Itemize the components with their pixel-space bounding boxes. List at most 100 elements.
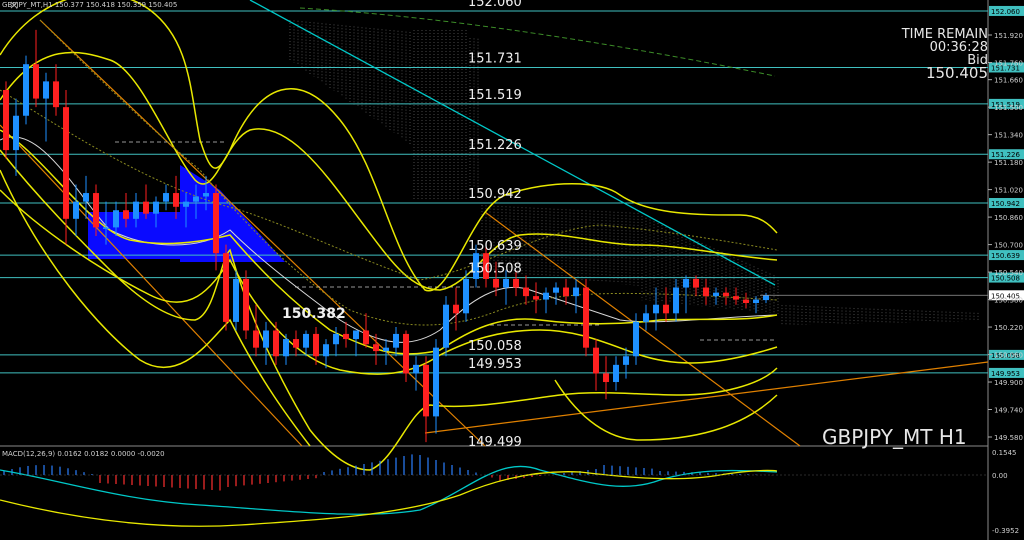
- candle-body: [113, 210, 119, 228]
- chart-header: GBPJPY_MT,H1 150.377 150.418 150.359 150…: [2, 1, 178, 9]
- level-label: 149.499: [468, 435, 522, 450]
- close-icon[interactable]: [10, 1, 18, 9]
- candle-body: [753, 299, 759, 303]
- candle-body: [403, 333, 409, 374]
- axis-tick-label: 151.180: [994, 159, 1023, 167]
- candle-body: [253, 330, 259, 348]
- candle-body: [163, 193, 169, 202]
- axis-tick-label: 151.920: [994, 32, 1023, 40]
- macd-axis-label: 0.00: [992, 472, 1008, 480]
- candle-body: [153, 201, 159, 214]
- candle-body: [123, 210, 129, 219]
- candle-body: [423, 364, 429, 417]
- candle-body: [23, 64, 29, 116]
- candle-body: [63, 107, 69, 219]
- axis-tick-label: 150.060: [994, 352, 1023, 360]
- candle-body: [713, 292, 719, 297]
- level-label: 150.942: [468, 187, 522, 202]
- candle-body: [453, 304, 459, 314]
- candle-body: [283, 339, 289, 357]
- candle-body: [583, 287, 589, 348]
- candle-body: [53, 81, 59, 108]
- olive-dotted-ma-2: [39, 19, 778, 326]
- level-badge-text: 152.060: [991, 8, 1020, 16]
- candle-body: [233, 278, 239, 322]
- candle-body: [433, 347, 439, 417]
- candle-body: [503, 278, 509, 288]
- level-label: 150.058: [468, 339, 522, 354]
- axis-tick-label: 150.860: [994, 214, 1023, 222]
- level-badge-text: 150.639: [991, 252, 1020, 260]
- symbol-label: GBPJPY_MT H1: [822, 425, 967, 449]
- candle-body: [203, 193, 209, 197]
- axis-tick-label: 149.740: [994, 407, 1023, 415]
- candle-body: [383, 347, 389, 352]
- level-label: 150.639: [468, 239, 522, 254]
- orange-channel-line: [484, 211, 801, 447]
- candle-body: [13, 115, 19, 151]
- candle-body: [173, 193, 179, 207]
- candle-body: [73, 201, 79, 219]
- time-remain-panel: TIME REMAIN 00:36:28 Bid 150.405: [902, 28, 988, 82]
- candle-body: [243, 278, 249, 331]
- axis-tick-label: 151.760: [994, 59, 1023, 67]
- candle-body: [353, 330, 359, 340]
- candle-body: [593, 347, 599, 374]
- candle-body: [663, 304, 669, 314]
- candle-body: [683, 278, 689, 288]
- candle-body: [513, 278, 519, 288]
- candle-body: [443, 304, 449, 348]
- candle-body: [393, 333, 399, 348]
- candle-body: [553, 287, 559, 293]
- macd-panel: [0, 454, 988, 527]
- candle-body: [523, 287, 529, 297]
- candle-body: [493, 278, 499, 288]
- candle-body: [533, 296, 539, 300]
- axis-tick-label: 150.220: [994, 324, 1023, 332]
- candle-body: [413, 364, 419, 374]
- axis-tick-label: 150.380: [994, 297, 1023, 305]
- moving-averages: [0, 19, 778, 355]
- macd-axis: 0.1545 0.00 -0.3952: [992, 449, 1019, 535]
- candle-body: [763, 295, 769, 301]
- candle-body: [303, 333, 309, 348]
- level-badge-text: 149.953: [991, 370, 1020, 378]
- candle-body: [343, 333, 349, 340]
- current-price-marker: 150.382: [282, 306, 346, 322]
- candle-body: [263, 330, 269, 348]
- price-chart[interactable]: 152.060 151.731 151.519 151.226 150.942 150.6…: [0, 0, 1024, 540]
- candle-body: [223, 253, 229, 322]
- candle-body: [653, 304, 659, 314]
- candle-body: [463, 278, 469, 314]
- candle-body: [643, 313, 649, 322]
- level-label: 151.731: [468, 51, 522, 66]
- level-label: 151.519: [468, 88, 522, 103]
- level-badge-text: 150.942: [991, 200, 1020, 208]
- macd-axis-label: 0.1545: [992, 449, 1017, 457]
- candle-body: [743, 299, 749, 303]
- candle-body: [733, 296, 739, 300]
- candle-body: [33, 64, 39, 99]
- candle-body: [273, 330, 279, 357]
- candle-body: [373, 344, 379, 352]
- level-label: 150.508: [468, 262, 522, 277]
- candle-body: [323, 344, 329, 357]
- candle-body: [363, 330, 369, 345]
- axis-tick-label: 149.580: [994, 434, 1023, 442]
- candle-body: [133, 201, 139, 219]
- candle-body: [193, 196, 199, 202]
- candle-body: [93, 193, 99, 228]
- axis-tick-label: 149.900: [994, 379, 1023, 387]
- candle-body: [3, 89, 9, 151]
- level-label: 152.060: [468, 0, 522, 10]
- candle-body: [623, 356, 629, 365]
- bid-value: 150.405: [925, 64, 988, 82]
- axis-tick-label: 151.020: [994, 187, 1023, 195]
- ichimoku-cloud: [289, 20, 979, 325]
- candle-body: [603, 373, 609, 383]
- candle-body: [703, 287, 709, 297]
- candle-body: [313, 333, 319, 357]
- macd-axis-label: -0.3952: [992, 527, 1019, 535]
- level-label: 149.953: [468, 357, 522, 372]
- candle-body: [333, 333, 339, 345]
